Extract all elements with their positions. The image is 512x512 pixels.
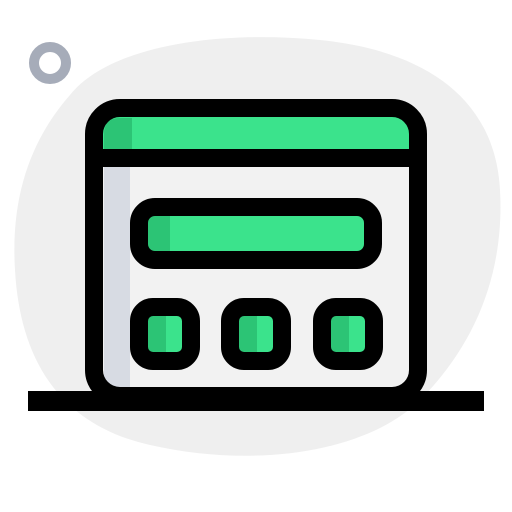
calculator-button-2 <box>221 298 291 370</box>
calculator-button-1 <box>130 298 200 370</box>
calculator-button-3 <box>313 298 383 370</box>
browser-window-calculator-icon <box>14 37 501 456</box>
icon-canvas <box>0 0 512 512</box>
display-bar-shade <box>148 216 170 251</box>
window-shadow <box>104 162 130 392</box>
ground-line <box>28 391 484 411</box>
ring-decoration <box>29 42 71 84</box>
